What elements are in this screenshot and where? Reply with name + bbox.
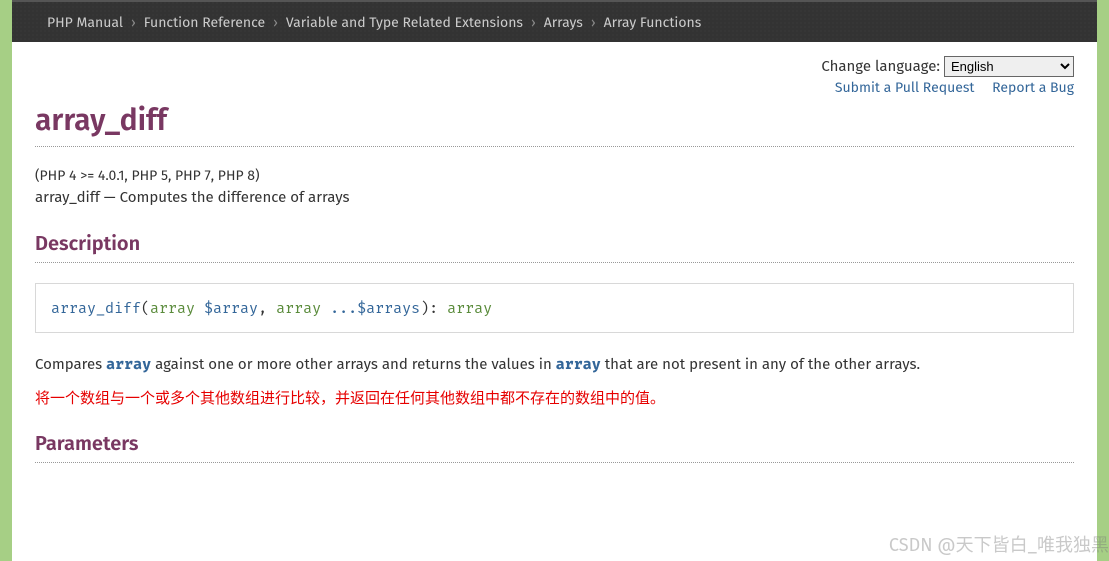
breadcrumb: PHP Manual › Function Reference › Variab…: [12, 0, 1097, 42]
code-literal: array: [106, 355, 151, 373]
language-row: Change language: English: [35, 56, 1074, 77]
signature-function-name: array_diff: [51, 299, 141, 317]
text: against one or more other arrays and ret…: [151, 355, 556, 373]
translated-annotation: 将一个数组与一个或多个其他数组进行比较，并返回在任何其他数组中都不存在的数组中的…: [35, 387, 1074, 408]
chevron-right-icon: ›: [273, 14, 278, 31]
php-version-info: (PHP 4 >= 4.0.1, PHP 5, PHP 7, PHP 8): [35, 167, 1074, 184]
contribution-links: Submit a Pull Request Report a Bug: [35, 79, 1074, 96]
function-summary: array_diff — Computes the difference of …: [35, 188, 1074, 206]
chevron-right-icon: ›: [131, 14, 136, 31]
function-signature: array_diff(array $array, array ...$array…: [35, 283, 1074, 333]
report-bug-link[interactable]: Report a Bug: [992, 79, 1074, 96]
signature-variable: $array: [195, 299, 258, 317]
language-select[interactable]: English: [944, 56, 1074, 77]
signature-type: array: [150, 299, 195, 317]
text: that are not present in any of the other…: [601, 355, 920, 373]
section-description-heading: Description: [35, 232, 1074, 263]
code-literal: array: [556, 355, 601, 373]
chevron-right-icon: ›: [531, 14, 536, 31]
chevron-right-icon: ›: [591, 14, 596, 31]
text: Compares: [35, 355, 106, 373]
submit-pull-request-link[interactable]: Submit a Pull Request: [835, 79, 975, 96]
language-label: Change language:: [821, 57, 940, 75]
signature-return-type: array: [447, 299, 492, 317]
breadcrumb-item[interactable]: Variable and Type Related Extensions: [286, 14, 523, 31]
signature-punct: ):: [420, 299, 447, 317]
breadcrumb-item[interactable]: PHP Manual: [47, 14, 123, 31]
signature-punct: (: [141, 299, 150, 317]
breadcrumb-item[interactable]: Arrays: [544, 14, 583, 31]
description-text: Compares array against one or more other…: [35, 355, 1074, 373]
signature-punct: ,: [258, 299, 276, 317]
breadcrumb-item[interactable]: Array Functions: [604, 14, 702, 31]
breadcrumb-item[interactable]: Function Reference: [144, 14, 265, 31]
section-parameters-heading: Parameters: [35, 432, 1074, 463]
signature-variable: ...$arrays: [321, 299, 420, 317]
page-content: Change language: English Submit a Pull R…: [12, 42, 1097, 561]
signature-type: array: [276, 299, 321, 317]
page-title: array_diff: [35, 102, 1074, 147]
